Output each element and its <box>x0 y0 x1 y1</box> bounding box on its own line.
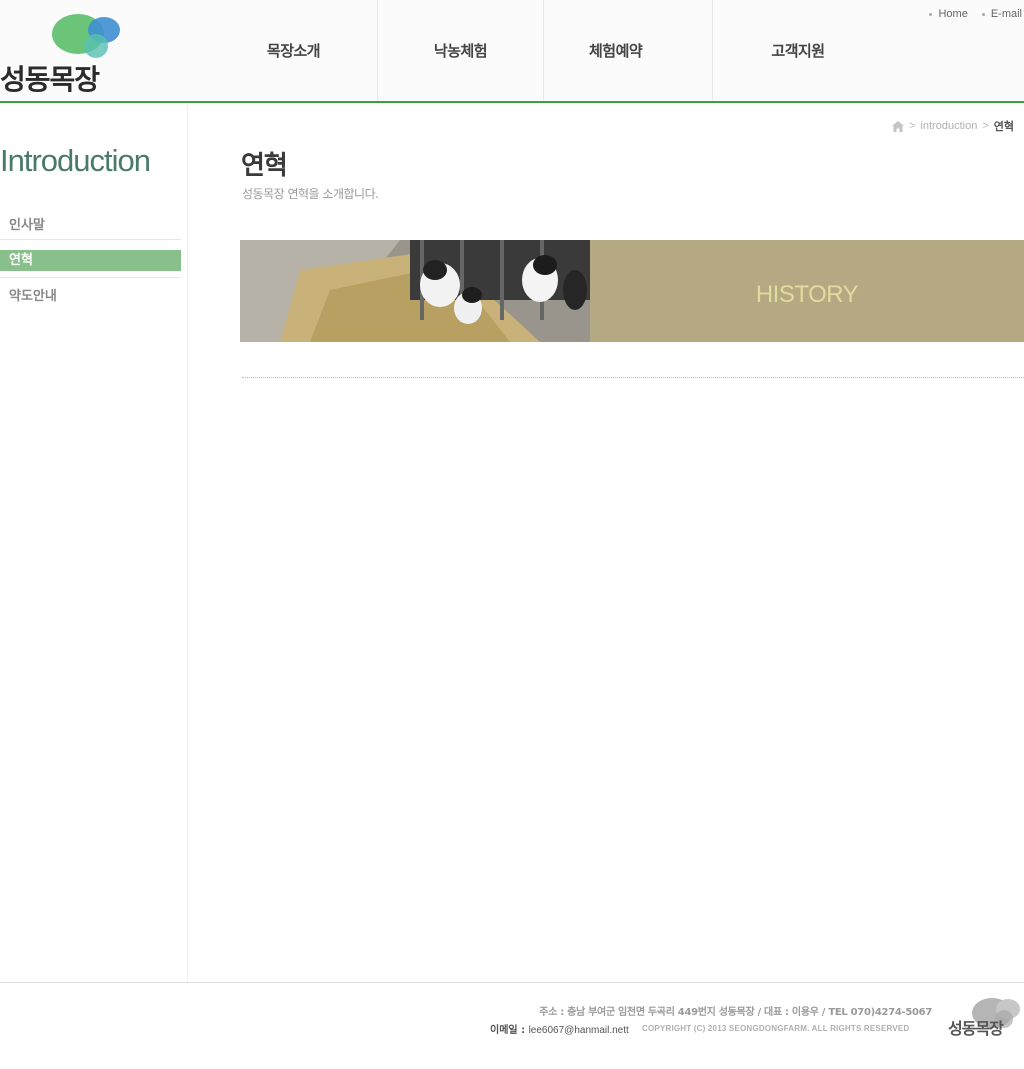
page-title: 연혁 <box>241 151 288 181</box>
sidebar-menu: 인사말 연혁 약도안내 <box>0 215 181 308</box>
footer: 주소 : 충남 부여군 임천면 두곡리 449번지 성동목장 / 대표 : 이용… <box>0 982 1024 1069</box>
sidebar-divider <box>0 277 181 278</box>
content-divider <box>242 377 1024 378</box>
brand-name: 성동목장 <box>0 63 100 96</box>
breadcrumb: > introduction > 연혁 <box>892 118 1014 134</box>
breadcrumb-section[interactable]: introduction <box>920 120 977 132</box>
footer-copyright: COPYRIGHT (C) 2013 SEONGDONGFARM. ALL RI… <box>642 1024 910 1033</box>
banner-label: HISTORY <box>755 281 859 308</box>
footer-email-link[interactable]: lee6067@hanmail.nett <box>529 1025 629 1036</box>
sidebar: Introduction 인사말 연혁 약도안내 <box>0 105 188 982</box>
chevron-right-icon: > <box>909 120 916 132</box>
breadcrumb-current: 연혁 <box>993 120 1014 133</box>
sidebar-item-map[interactable]: 약도안내 <box>0 286 181 308</box>
nav-reservation[interactable]: 체험예약 <box>544 0 713 101</box>
footer-email: 이메일 : lee6067@hanmail.nett <box>490 1021 629 1036</box>
chevron-right-icon: > <box>982 120 989 132</box>
bullet-icon <box>929 12 933 16</box>
nav-customer-support[interactable]: 고객지원 <box>713 0 883 101</box>
cows-feeding-image <box>240 240 590 342</box>
page-subtitle: 성동목장 연혁을 소개합니다. <box>242 187 379 201</box>
nav-farm-intro[interactable]: 목장소개 <box>210 0 378 101</box>
email-link[interactable]: E-mail <box>981 8 1022 20</box>
sidebar-item-greeting[interactable]: 인사말 <box>0 215 181 237</box>
brand-logo[interactable]: 성동목장 <box>0 8 130 96</box>
bullet-icon <box>981 12 985 16</box>
home-icon[interactable] <box>892 120 904 132</box>
header: 성동목장 Home E-mail 목장소개 낙농체험 체험예약 고객지원 <box>0 0 1024 103</box>
sidebar-divider <box>0 239 181 240</box>
home-link[interactable]: Home <box>929 8 968 20</box>
footer-address: 주소 : 충남 부여군 임천면 두곡리 449번지 성동목장 / 대표 : 이용… <box>539 1007 932 1018</box>
sidebar-title: Introduction <box>0 143 151 178</box>
footer-brand-name: 성동목장 <box>948 1019 1004 1038</box>
main-nav: 목장소개 낙농체험 체험예약 고객지원 <box>210 0 883 101</box>
utility-links: Home E-mail <box>929 8 1022 20</box>
footer-email-label: 이메일 : <box>490 1025 526 1036</box>
nav-dairy-experience[interactable]: 낙농체험 <box>378 0 544 101</box>
cows-photo <box>240 240 590 342</box>
sidebar-item-history[interactable]: 연혁 <box>0 250 181 271</box>
history-banner: HISTORY <box>240 240 1024 342</box>
